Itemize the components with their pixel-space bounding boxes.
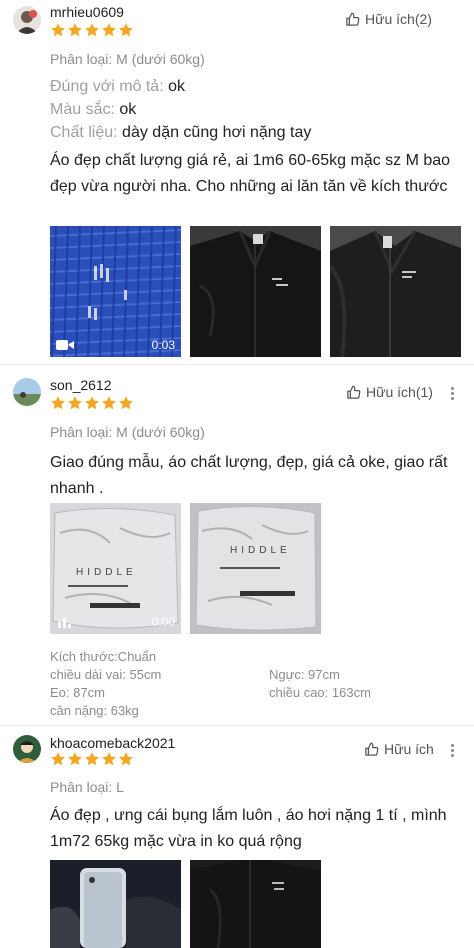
helpful-button[interactable]: Hữu ích [364,741,434,757]
helpful-button[interactable]: Hữu ích(2) [345,11,432,27]
video-overlay: 0:00 [50,610,181,634]
spec-waist: Eo: 87cm [50,685,105,700]
review-video-thumbnail[interactable]: 0:03 [50,226,181,357]
star-icon [102,23,116,37]
star-icon [119,396,133,410]
brand-text: HIDDLE [76,567,137,578]
attribute-row: Màu sắc: ok [50,101,136,119]
star-icon [102,752,116,766]
variant-label: Phân loại: M (dưới 60kg) [50,424,205,440]
attribute-row: Chất liệu: dày dặn cũng hơi nặng tay [50,124,311,142]
spec-weight: cân nặng: 63kg [50,703,139,718]
video-duration: 0:00 [151,615,175,629]
video-camera-icon [56,340,74,350]
star-icon [119,752,133,766]
helpful-label: Hữu ích [384,741,434,757]
review-card: khoacomeback2021 Hữu ích Phân loại: L Áo… [0,727,474,948]
star-icon [102,396,116,410]
avatar[interactable] [13,735,41,763]
video-duration: 0:03 [151,338,175,352]
review-photo-thumbnail[interactable] [50,860,181,948]
spec-size: Kích thước:Chuẩn [50,649,157,664]
more-options-icon[interactable] [444,742,460,758]
star-icon [85,23,99,37]
star-icon [119,23,133,37]
review-photo-thumbnail[interactable] [190,226,321,357]
thumbs-up-icon [346,12,360,26]
review-photo-thumbnail[interactable] [330,226,461,357]
thumbs-up-icon [347,385,361,399]
helpful-label: Hữu ích(2) [365,11,432,27]
more-options-icon[interactable] [444,385,460,401]
review-divider [0,725,474,726]
avatar[interactable] [13,6,41,34]
video-overlay: 0:03 [50,333,181,357]
star-icon [51,23,65,37]
attribute-value: ok [168,78,186,95]
variant-label: Phân loại: M (dưới 60kg) [50,51,205,67]
attribute-value: dày dặn cũng hơi nặng tay [122,124,312,141]
review-divider [0,364,474,365]
star-icon [85,396,99,410]
rating-stars [50,395,134,411]
thumbs-up-icon [365,742,379,756]
review-text: Áo đẹp chất lượng giá rẻ, ai 1m6 60-65kg… [50,152,451,195]
bar-chart-icon [58,618,71,628]
avatar[interactable] [13,378,41,406]
review-photo-thumbnail[interactable]: HIDDLE [190,503,321,634]
star-icon [68,23,82,37]
star-icon [51,752,65,766]
spec-shoulder: chiều dài vai: 55cm [50,667,162,682]
review-photo-thumbnail[interactable] [190,860,321,948]
attribute-key: Màu sắc: [50,101,115,118]
attribute-value: ok [119,101,137,118]
helpful-label: Hữu ích(1) [366,384,433,400]
reviewer-username[interactable]: mrhieu0609 [50,4,124,20]
review-card: son_2612 Hữu ích(1) Phân loại: M (dưới 6… [0,366,474,722]
star-icon [68,396,82,410]
rating-stars [50,22,134,38]
helpful-button[interactable]: Hữu ích(1) [346,384,433,400]
review-video-thumbnail[interactable]: HIDDLE 0:00 [50,503,181,634]
brand-text: HIDDLE [230,545,291,556]
attribute-key: Đúng với mô tả: [50,78,164,95]
star-icon [51,396,65,410]
attribute-key: Chất liệu: [50,124,118,141]
star-icon [68,752,82,766]
spec-chest: Ngực: 97cm [269,667,340,682]
review-text: Giao đúng mẫu, áo chất lượng, đẹp, giá c… [50,454,448,497]
variant-label: Phân loại: L [50,779,124,795]
attribute-row: Đúng với mô tả: ok [50,78,185,96]
spec-height: chiều cao: 163cm [269,685,371,700]
reviewer-username[interactable]: khoacomeback2021 [50,735,175,751]
review-text: Áo đẹp , ưng cái bụng lắm luôn , áo hơi … [50,807,447,850]
review-card: mrhieu0609 Hữu ích(2) Phân loại: M (dưới… [0,0,474,362]
rating-stars [50,751,134,767]
reviewer-username[interactable]: son_2612 [50,377,112,393]
star-icon [85,752,99,766]
